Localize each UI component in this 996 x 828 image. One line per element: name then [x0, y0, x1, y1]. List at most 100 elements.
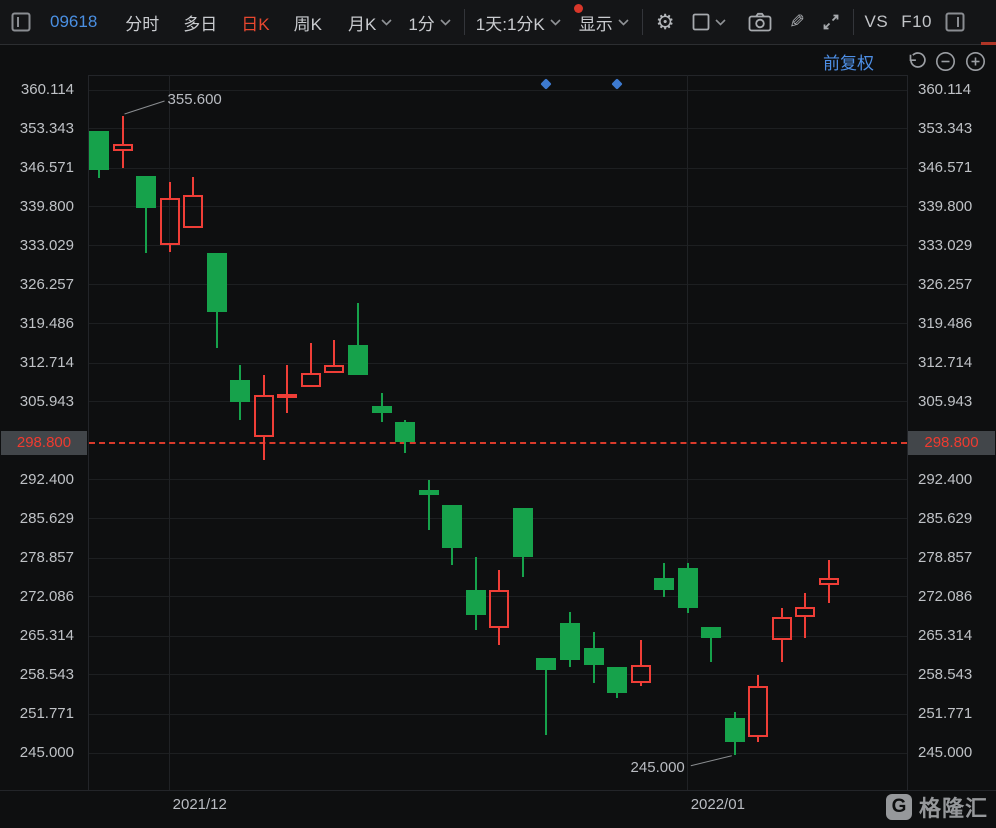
gridline-horizontal	[89, 168, 907, 169]
y-axis-label-left: 339.800	[0, 198, 74, 216]
gridline-horizontal	[89, 518, 907, 519]
gridline-horizontal	[89, 206, 907, 207]
candle-wick	[475, 615, 477, 630]
gridline-horizontal	[89, 714, 907, 715]
candle-wick	[781, 640, 783, 662]
event-marker-icon[interactable]	[611, 78, 622, 89]
prev-close-line	[89, 442, 907, 444]
candle[interactable]	[678, 568, 698, 608]
candle-wick	[122, 151, 124, 168]
annotation-lines	[0, 0, 996, 828]
event-marker-icon[interactable]	[541, 78, 552, 89]
gridline-horizontal	[89, 674, 907, 675]
candle-wick	[498, 570, 500, 590]
candle[interactable]	[442, 505, 462, 548]
candle-wick	[545, 670, 547, 735]
candle[interactable]	[819, 578, 839, 585]
y-axis-label-left: 251.771	[0, 705, 74, 723]
candle[interactable]	[301, 373, 321, 387]
candle-wick	[663, 590, 665, 597]
candle[interactable]	[160, 198, 180, 245]
prev-close-badge-left: 298.800	[1, 431, 87, 455]
candle[interactable]	[701, 627, 721, 638]
candle-wick	[145, 208, 147, 253]
candle[interactable]	[795, 607, 815, 617]
candlestick-chart[interactable]: 360.114360.114353.343353.343346.571346.5…	[0, 0, 996, 828]
candle-wick	[593, 632, 595, 648]
y-axis-label-right: 339.800	[918, 198, 996, 216]
y-axis-label-left: 278.857	[0, 549, 74, 567]
y-axis-label-right: 245.000	[918, 744, 996, 762]
candle-wick	[404, 442, 406, 453]
candle-wick	[757, 675, 759, 686]
candle[interactable]	[277, 394, 297, 398]
candle-wick	[569, 612, 571, 623]
y-axis-label-left: 312.714	[0, 354, 74, 372]
candle-wick	[216, 312, 218, 348]
candle[interactable]	[631, 665, 651, 683]
candle[interactable]	[466, 590, 486, 615]
y-axis-label-right: 326.257	[918, 276, 996, 294]
candle[interactable]	[654, 578, 674, 590]
gridline-vertical	[687, 75, 688, 790]
candle[interactable]	[395, 422, 415, 442]
annotation-low: 245.000	[545, 759, 685, 776]
y-axis-label-left: 319.486	[0, 315, 74, 333]
candle-wick	[757, 737, 759, 742]
candle[interactable]	[513, 508, 533, 557]
y-axis-label-right: 346.571	[918, 159, 996, 177]
candle[interactable]	[113, 144, 133, 151]
candle[interactable]	[419, 490, 439, 495]
candle-wick	[333, 340, 335, 365]
candle-wick	[828, 560, 830, 578]
candle[interactable]	[772, 617, 792, 640]
candle[interactable]	[372, 406, 392, 413]
candle[interactable]	[489, 590, 509, 628]
candle-wick	[522, 557, 524, 577]
candle-wick	[169, 182, 171, 198]
candle-wick	[428, 495, 430, 530]
candle-wick	[286, 396, 288, 413]
y-axis-label-right: 292.400	[918, 471, 996, 489]
candle-wick	[239, 365, 241, 380]
candle[interactable]	[536, 658, 556, 670]
candle-wick	[286, 365, 288, 394]
y-axis-label-left: 305.943	[0, 393, 74, 411]
candle-wick	[710, 638, 712, 662]
candle-wick	[381, 393, 383, 406]
candle[interactable]	[254, 395, 274, 437]
candle[interactable]	[584, 648, 604, 665]
gridline-horizontal	[89, 363, 907, 364]
candle-wick	[828, 585, 830, 603]
candle[interactable]	[748, 686, 768, 737]
gelonghui-logo-icon: G	[886, 794, 912, 820]
candle[interactable]	[560, 623, 580, 660]
candle[interactable]	[725, 718, 745, 742]
candle[interactable]	[324, 365, 344, 373]
y-axis-label-right: 312.714	[918, 354, 996, 372]
y-axis-label-right: 305.943	[918, 393, 996, 411]
y-axis-label-right: 333.029	[918, 237, 996, 255]
y-axis-label-left: 258.543	[0, 666, 74, 684]
candle[interactable]	[136, 176, 156, 208]
candle-wick	[239, 402, 241, 420]
y-axis-label-left: 360.114	[0, 81, 74, 99]
candle[interactable]	[230, 380, 250, 402]
gridline-horizontal	[89, 401, 907, 402]
y-axis-label-right: 285.629	[918, 510, 996, 528]
gridline-horizontal	[89, 558, 907, 559]
candle-wick	[687, 608, 689, 613]
candle-wick	[616, 693, 618, 698]
y-axis-label-right: 353.343	[918, 120, 996, 138]
candle[interactable]	[348, 345, 368, 375]
candle[interactable]	[207, 253, 227, 312]
candle[interactable]	[89, 131, 109, 170]
candle-wick	[98, 170, 100, 178]
candle[interactable]	[183, 195, 203, 228]
gridline-horizontal	[89, 245, 907, 246]
x-axis-label: 2022/01	[691, 796, 745, 813]
candle[interactable]	[607, 667, 627, 693]
y-axis-label-left: 346.571	[0, 159, 74, 177]
candle-wick	[428, 480, 430, 490]
candle-wick	[357, 303, 359, 345]
